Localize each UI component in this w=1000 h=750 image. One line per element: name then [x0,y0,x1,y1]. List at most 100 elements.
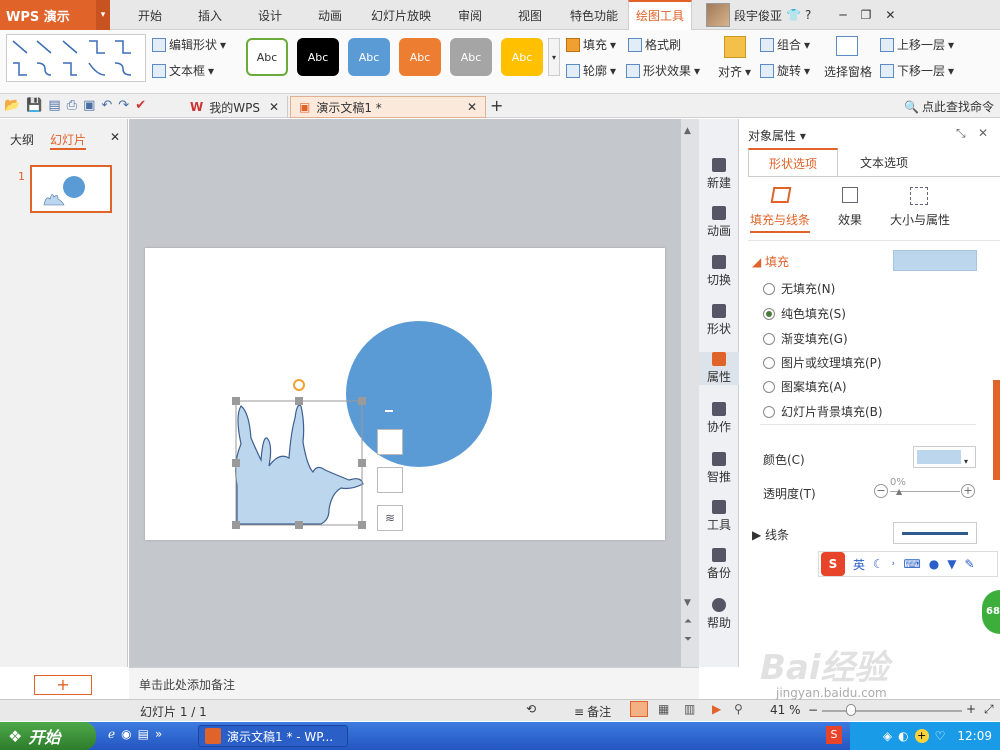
slide[interactable] [145,248,665,540]
selection-pane-icon[interactable] [836,36,858,56]
line-shapes-icon[interactable] [7,35,145,81]
command-search[interactable]: 🔍 点此查找命令 [904,98,994,115]
sidebar-shape[interactable]: 形状 [699,304,739,337]
wrench-icon[interactable]: ✎ [965,557,975,571]
canvas-vertical-scrollbar[interactable] [681,119,699,667]
subtab-fill-line[interactable]: 填充与线条 [750,211,811,233]
fill-section-header[interactable]: ◢ 填充 [752,253,789,270]
zoom-in-icon[interactable]: + [966,702,976,716]
clock[interactable]: 12:09 [957,729,992,743]
minimize-icon[interactable]: ─ [839,8,846,22]
undo-icon[interactable]: ↶ [101,98,112,113]
radio-slide-bg-fill[interactable]: 幻灯片背景填充(B) [763,403,883,420]
shape-style-gold[interactable]: Abc [501,38,543,76]
taskbar-app-wps[interactable]: 演示文稿1 * - WP... [198,725,348,747]
line-style-preview[interactable] [893,522,977,544]
properties-title[interactable]: 对象属性 ▾ [748,127,806,144]
normal-view-icon[interactable] [630,701,648,717]
zoom-slider[interactable] [822,710,962,712]
show-desktop-icon[interactable]: ▤ [138,727,149,741]
tab-home[interactable]: 开始 [120,0,180,30]
tab-design[interactable]: 设计 [240,0,300,30]
style-gallery-more-icon[interactable]: ▾ [548,38,560,76]
print-icon[interactable]: ⎙ [67,98,77,113]
close-panel-icon[interactable]: ✕ [110,130,120,144]
avatar[interactable] [706,3,730,27]
radio-pattern-fill-circle[interactable] [763,380,775,393]
format-brush-button[interactable]: 格式刷 [628,36,681,53]
radio-slide-bg-fill-circle[interactable] [763,405,775,418]
save-icon[interactable]: 💾 [26,98,42,113]
blue-circle-shape[interactable] [346,321,492,467]
tab-text-options[interactable]: 文本选项 [838,148,930,176]
zoom-level[interactable]: 41 % [770,703,801,717]
tab-review[interactable]: 审阅 [442,0,498,30]
panel-collapse-tab[interactable] [993,380,1000,480]
sogou-logo[interactable]: S [821,552,845,576]
media-icon[interactable]: ◉ [121,727,131,741]
play-slideshow-icon[interactable]: ▶ [712,702,721,716]
shape-style-float-icon[interactable] [377,429,403,455]
selection-pane-button[interactable]: 选择窗格 [824,63,872,80]
shape-style-orange[interactable]: Abc [399,38,441,76]
user-icon[interactable]: ● [929,557,939,571]
shape-style-white[interactable]: Abc [246,38,288,76]
sidebar-transition[interactable]: 切换 [699,255,739,288]
undock-icon[interactable]: ⤡ [956,126,966,141]
radio-gradient-fill[interactable]: 渐变填充(G) [763,330,848,347]
add-slide-button[interactable]: + [34,675,92,695]
redo-icon[interactable]: ↷ [118,98,129,113]
close-icon[interactable]: ✕ [885,8,895,22]
restore-icon[interactable]: ❐ [861,8,872,22]
sidebar-tools[interactable]: 工具 [699,500,739,533]
radio-picture-fill-circle[interactable] [763,356,775,369]
zoom-out-icon[interactable]: − [808,703,818,717]
history-icon[interactable]: ⟲ [526,702,536,716]
fill-color-swatch[interactable] [893,250,977,271]
sidebar-backup[interactable]: 备份 [699,548,739,581]
tray-volume-icon[interactable]: ◐ [898,729,908,743]
skin-icon[interactable]: ▼ [947,557,956,571]
tab-outline[interactable]: 大纲 [10,131,34,148]
app-menu-dropdown-icon[interactable]: ▾ [96,0,110,30]
notes-pane[interactable]: 单击此处添加备注 [129,667,699,699]
scroll-up-icon[interactable]: ▲ [684,126,691,136]
close-properties-icon[interactable]: ✕ [978,126,988,140]
sidebar-properties[interactable]: 属性 [699,352,739,385]
transparency-slider-thumb[interactable]: ▲ [896,487,902,496]
shape-effect-button[interactable]: 形状效果 ▾ [626,62,700,79]
zoom-slider-thumb[interactable] [846,704,856,716]
subtab-size-properties[interactable]: 大小与属性 [890,211,950,228]
close-tab-icon[interactable]: ✕ [269,100,279,114]
group-button[interactable]: 组合 ▾ [760,36,810,53]
tab-view[interactable]: 视图 [498,0,562,30]
customize-icon[interactable]: ✔ [135,98,146,113]
scroll-down-icon[interactable]: ▼ [684,598,691,608]
line-shapes-gallery[interactable] [6,34,146,82]
open-folder-icon[interactable]: 📂 [4,98,20,113]
preview-icon[interactable]: ▣ [83,98,95,113]
tab-mywps[interactable]: W 我的WPS ✕ [182,96,288,118]
user-area[interactable]: 段宇俊亚 👕 ? ─ ❐ ✕ [706,2,895,28]
user-name[interactable]: 段宇俊亚 [734,7,782,24]
ime-toolbar[interactable]: S 英 ☾ ˒ ⌨ ● ▼ ✎ [818,551,998,577]
transparency-decrease-icon[interactable]: − [874,484,888,498]
radio-solid-fill[interactable]: 纯色填充(S) [763,305,846,322]
slide-thumbnail[interactable] [30,165,112,213]
shape-style-gray[interactable]: Abc [450,38,492,76]
send-backward-button[interactable]: 下移一层 ▾ [880,62,954,79]
pin-icon[interactable]: ⚲ [734,702,743,716]
shape-outline-float-icon[interactable] [377,467,403,493]
align-button[interactable]: 对齐 ▾ [718,63,751,80]
tab-drawing-tools[interactable]: 绘图工具 [628,0,692,30]
new-tab-icon[interactable]: + [490,96,503,115]
moon-icon[interactable]: ☾ [873,557,884,571]
ime-language[interactable]: 英 [853,556,865,573]
sidebar-animation[interactable]: 动画 [699,206,739,239]
wps-app-menu[interactable]: WPS 演示 ▾ [0,0,110,30]
rotate-button[interactable]: 旋转 ▾ [760,62,810,79]
start-button[interactable]: ❖ 开始 [0,722,96,750]
keyboard-icon[interactable]: ⌨ [903,557,920,571]
prev-slide-icon[interactable]: ⏶ [684,616,692,627]
tab-shape-options[interactable]: 形状选项 [748,148,838,176]
